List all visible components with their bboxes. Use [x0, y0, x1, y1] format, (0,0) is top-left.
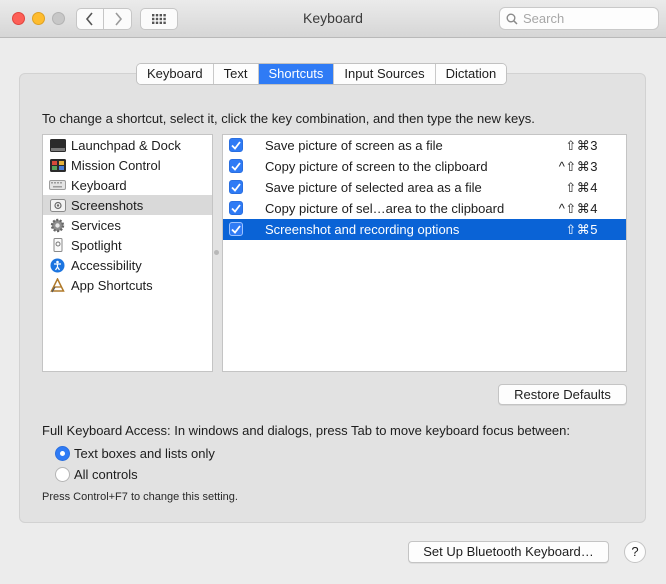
shortcut-label: Save picture of selected area as a file [265, 180, 482, 195]
shortcut-keys[interactable]: ⇧⌘5 [565, 222, 598, 238]
shortcut-row[interactable]: Copy picture of sel…area to the clipboar… [223, 198, 626, 219]
radio-all-controls[interactable]: All controls [55, 467, 138, 482]
category-item-services[interactable]: Services [43, 215, 212, 235]
shortcut-keys[interactable]: ⇧⌘4 [565, 180, 598, 196]
category-item-launchpad-dock[interactable]: Launchpad & Dock [43, 135, 212, 155]
checkmark-icon [231, 182, 241, 192]
tab-input-sources[interactable]: Input Sources [334, 64, 436, 84]
radio-button[interactable] [55, 467, 70, 482]
full-keyboard-access-label: Full Keyboard Access: In windows and dia… [42, 423, 570, 438]
tab-bar: Keyboard Text Shortcuts Input Sources Di… [136, 63, 508, 85]
shortcut-keys[interactable]: ⇧⌘3 [565, 138, 598, 154]
mission-control-icon [49, 158, 66, 173]
shortcut-label: Save picture of screen as a file [265, 138, 443, 153]
shortcut-label: Copy picture of screen to the clipboard [265, 159, 488, 174]
shortcut-keys[interactable]: ^⇧⌘3 [559, 159, 598, 175]
split-view-handle[interactable] [214, 250, 219, 255]
category-item-screenshots[interactable]: Screenshots [43, 195, 212, 215]
accessibility-icon [49, 258, 66, 273]
shortcut-checkbox[interactable] [229, 159, 243, 173]
shortcut-checkbox[interactable] [229, 222, 243, 236]
shortcut-row[interactable]: Save picture of selected area as a file … [223, 177, 626, 198]
category-label: Launchpad & Dock [71, 137, 181, 153]
shortcut-checkbox[interactable] [229, 180, 243, 194]
category-label: Screenshots [71, 197, 144, 213]
radio-label: Text boxes and lists only [74, 446, 215, 461]
launchpad-dock-icon [49, 138, 66, 153]
category-label: Services [71, 217, 121, 233]
keyboard-icon [49, 178, 66, 193]
category-label: Spotlight [71, 237, 122, 253]
search-input[interactable] [523, 11, 643, 26]
category-item-spotlight[interactable]: Spotlight [43, 235, 212, 255]
shortcut-checkbox[interactable] [229, 138, 243, 152]
shortcut-row[interactable]: Copy picture of screen to the clipboard … [223, 156, 626, 177]
category-label: Mission Control [71, 157, 161, 173]
restore-defaults-button[interactable]: Restore Defaults [498, 384, 627, 405]
screenshots-icon [49, 198, 66, 213]
spotlight-icon [49, 238, 66, 253]
checkmark-icon [231, 203, 241, 213]
app-shortcuts-icon [49, 277, 66, 293]
instruction-text: To change a shortcut, select it, click t… [42, 111, 535, 126]
checkmark-icon [231, 161, 241, 171]
search-field[interactable] [499, 7, 659, 30]
category-item-accessibility[interactable]: Accessibility [43, 255, 212, 275]
radio-button-selected[interactable] [55, 446, 70, 461]
category-label: Keyboard [71, 177, 127, 193]
gear-icon [49, 218, 66, 233]
shortcut-label: Copy picture of sel…area to the clipboar… [265, 201, 505, 216]
shortcut-label: Screenshot and recording options [265, 222, 460, 237]
tab-dictation[interactable]: Dictation [435, 64, 507, 84]
shortcut-list: Save picture of screen as a file ⇧⌘3 Cop… [222, 134, 627, 372]
shortcut-row[interactable]: Save picture of screen as a file ⇧⌘3 [223, 135, 626, 156]
shortcut-checkbox[interactable] [229, 201, 243, 215]
shortcut-row-selected[interactable]: Screenshot and recording options ⇧⌘5 [223, 219, 626, 240]
shortcut-keys[interactable]: ^⇧⌘4 [559, 201, 598, 217]
search-icon [506, 13, 518, 25]
category-item-app-shortcuts[interactable]: App Shortcuts [43, 275, 212, 295]
tab-text[interactable]: Text [213, 64, 259, 84]
category-label: App Shortcuts [71, 277, 153, 293]
help-button[interactable]: ? [624, 541, 646, 563]
radio-label: All controls [74, 467, 138, 482]
category-item-mission-control[interactable]: Mission Control [43, 155, 212, 175]
tab-keyboard[interactable]: Keyboard [137, 64, 214, 84]
control-f7-note: Press Control+F7 to change this setting. [42, 491, 238, 503]
category-label: Accessibility [71, 257, 142, 273]
checkmark-icon [231, 140, 241, 150]
checkmark-icon [231, 224, 241, 234]
setup-bluetooth-keyboard-button[interactable]: Set Up Bluetooth Keyboard… [408, 541, 609, 563]
category-item-keyboard[interactable]: Keyboard [43, 175, 212, 195]
title-bar: Keyboard [0, 0, 666, 38]
radio-text-boxes-lists[interactable]: Text boxes and lists only [55, 446, 215, 461]
tab-shortcuts[interactable]: Shortcuts [258, 64, 335, 84]
category-list: Launchpad & Dock Mission Control Keyboar… [42, 134, 213, 372]
